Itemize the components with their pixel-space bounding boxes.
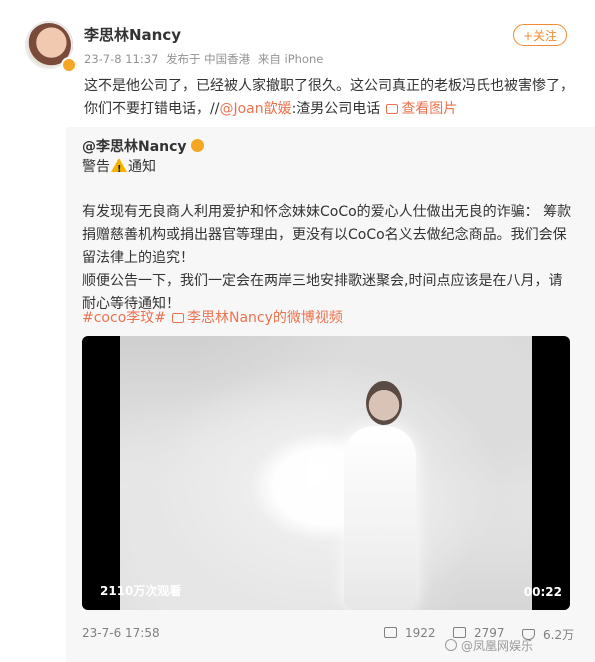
post-source: 来自 iPhone xyxy=(257,52,324,66)
repost-tags: #coco李玟# 李思林Nancy的微博视频 xyxy=(82,308,343,328)
repost-count-value: 1922 xyxy=(405,626,436,640)
video-view-count: 2110万次观看 xyxy=(100,584,182,598)
warning-icon xyxy=(111,158,127,180)
repost-body: 有发现有无良商人利用爱护和怀念妹妹CoCo的爱心人仕做出无良的诈骗： 筹款捐赠慈… xyxy=(82,201,575,316)
repost-count[interactable]: 1922 xyxy=(384,626,436,640)
repost-paragraph-1: 有发现有无良商人利用爱护和怀念妹妹CoCo的爱心人仕做出无良的诈骗： 筹款捐赠慈… xyxy=(82,204,572,266)
thumbnail-figure-dress xyxy=(344,426,416,610)
post-meta: 23-7-8 11:37 发布于 中国香港 来自 iPhone xyxy=(84,51,327,67)
watermark: @凤凰网娱乐 xyxy=(445,637,533,654)
weibo-post: 李思林Nancy 23-7-8 11:37 发布于 中国香港 来自 iPhone… xyxy=(0,0,595,662)
play-icon[interactable] xyxy=(308,456,334,490)
repost-author[interactable]: @李思林Nancy xyxy=(82,136,204,156)
view-image-label: 查看图片 xyxy=(401,101,458,117)
verified-badge-icon xyxy=(61,57,77,73)
verified-badge-icon xyxy=(190,139,204,152)
mention-link[interactable]: @Joan歆媛 xyxy=(219,101,291,117)
view-image-link[interactable]: 查看图片 xyxy=(380,101,457,117)
like-count-value: 6.2万 xyxy=(543,628,575,642)
post-text-part2: :渣男公司电话 xyxy=(291,101,381,117)
video-icon xyxy=(172,313,184,323)
follow-button[interactable]: +关注 xyxy=(513,24,567,46)
author-name[interactable]: 李思林Nancy xyxy=(84,24,181,45)
post-date[interactable]: 23-7-8 11:37 xyxy=(84,52,158,66)
hashtag-link[interactable]: #coco李玟# xyxy=(82,310,166,326)
repost-title-prefix: 警告 xyxy=(82,159,110,175)
video-duration: 00:22 xyxy=(523,585,562,599)
repost-date[interactable]: 23-7-6 17:58 xyxy=(82,626,160,640)
watermark-logo-icon xyxy=(445,639,457,651)
repost-author-name[interactable]: @李思林Nancy xyxy=(82,139,187,155)
image-icon xyxy=(386,104,399,114)
share-icon xyxy=(384,627,397,638)
repost-title: 警告 通知 xyxy=(82,157,156,180)
post-text: 这不是他公司了，已经被人家撤职了很久。这公司真正的老板冯氏也被害惨了，你们不要打… xyxy=(84,75,574,121)
repost-title-suffix: 通知 xyxy=(128,159,156,175)
video-player[interactable]: 2110万次观看 00:22 xyxy=(82,336,570,610)
video-link[interactable]: 李思林Nancy的微博视频 xyxy=(166,310,343,326)
video-link-label: 李思林Nancy的微博视频 xyxy=(187,310,343,326)
repost-card: @李思林Nancy 警告 通知 有发现有无良商人利用爱护和怀念妹妹CoCo的爱心人… xyxy=(66,127,595,662)
thumbnail-figure-head xyxy=(366,381,402,425)
post-location: 发布于 中国香港 xyxy=(166,52,251,66)
watermark-text: @凤凰网娱乐 xyxy=(461,639,534,653)
